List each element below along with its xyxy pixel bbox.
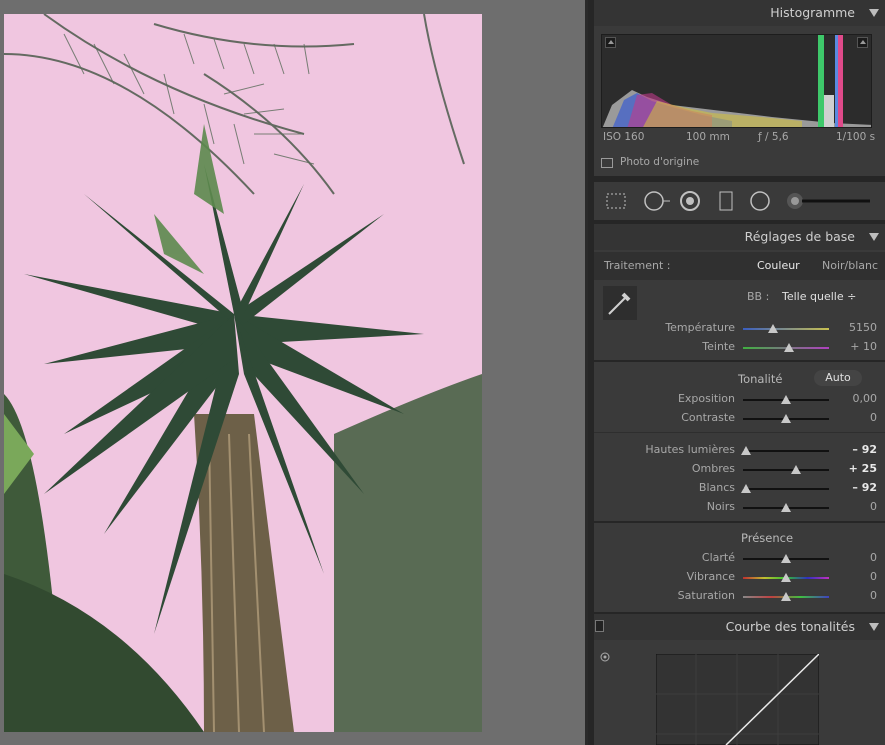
photo-canvas: [0, 0, 588, 745]
slider-label: Hautes lumières: [645, 443, 735, 456]
slider-track[interactable]: [743, 414, 829, 423]
radial-filter-icon[interactable]: [749, 190, 771, 212]
divider: [594, 360, 885, 362]
slider-thumb[interactable]: [781, 414, 791, 423]
slider-value[interactable]: + 25: [849, 462, 877, 475]
slider-value[interactable]: 0: [870, 551, 877, 564]
slider-track[interactable]: [741, 484, 829, 493]
original-photo-checkbox[interactable]: [601, 158, 613, 168]
basic-header[interactable]: Réglages de base: [594, 224, 885, 250]
histogram-graph[interactable]: [601, 34, 872, 128]
basic-title: Réglages de base: [744, 229, 855, 244]
slider-value[interactable]: 0: [870, 411, 877, 424]
histogram-header[interactable]: Histogramme: [594, 0, 885, 26]
divider: [594, 521, 885, 523]
slider-value[interactable]: 0: [870, 570, 877, 583]
slider-label: Clarté: [701, 551, 735, 564]
iso-readout: ISO 160: [603, 131, 645, 143]
color-button[interactable]: Couleur: [757, 259, 800, 272]
slider-track[interactable]: [743, 343, 829, 352]
slider-thumb[interactable]: [741, 484, 752, 493]
targeted-adjust-icon[interactable]: [600, 652, 610, 662]
slider-value[interactable]: 5150: [849, 321, 877, 334]
presence-heading: Présence: [741, 531, 794, 545]
palm-tree-image: [4, 14, 482, 732]
aperture-readout: ƒ / 5,6: [758, 131, 789, 143]
highlight-clipping-toggle[interactable]: [857, 37, 868, 48]
slider-value[interactable]: 0: [870, 500, 877, 513]
slider-thumb[interactable]: [781, 395, 791, 404]
tone-curve-graph[interactable]: [656, 654, 819, 745]
slider-label: Teinte: [702, 340, 735, 353]
basic-section: [594, 250, 885, 612]
collapse-icon[interactable]: [869, 9, 879, 17]
slider-value[interactable]: 0,00: [853, 392, 878, 405]
slider-track[interactable]: [743, 324, 829, 333]
slider-track[interactable]: [743, 554, 829, 563]
slider-track[interactable]: [743, 573, 829, 582]
tonality-heading: Tonalité: [738, 372, 783, 386]
slider-value[interactable]: 0: [870, 589, 877, 602]
slider-value[interactable]: – 92: [852, 443, 877, 456]
slider-thumb[interactable]: [768, 324, 779, 333]
develop-panel: Histogramme ISO 160 100 mm ƒ / 5,6 1/100…: [588, 0, 885, 745]
tone-curve-header[interactable]: Courbe des tonalités: [594, 614, 885, 640]
focal-readout: 100 mm: [686, 131, 730, 143]
divider: [594, 432, 885, 433]
shutter-readout: 1/100 s: [836, 131, 876, 143]
slider-thumb[interactable]: [781, 592, 791, 601]
adjustment-brush-icon[interactable]: [784, 190, 874, 212]
tone-curve-title: Courbe des tonalités: [725, 619, 855, 634]
slider-thumb[interactable]: [741, 446, 752, 455]
slider-label: Exposition: [677, 392, 735, 405]
crop-icon[interactable]: [605, 190, 627, 212]
slider-label: Saturation: [677, 589, 735, 602]
panel-toggle[interactable]: [595, 620, 604, 632]
slider-thumb[interactable]: [791, 465, 802, 474]
wb-label: BB :: [747, 290, 770, 303]
photo-preview[interactable]: [4, 14, 482, 732]
slider-thumb[interactable]: [781, 573, 791, 582]
wb-select[interactable]: Telle quelle ÷: [782, 290, 856, 303]
slider-track[interactable]: [743, 592, 829, 601]
treatment-label: Traitement :: [604, 259, 671, 272]
slider-value[interactable]: + 10: [850, 340, 877, 353]
auto-button[interactable]: Auto: [814, 370, 862, 386]
histogram-title: Histogramme: [770, 5, 855, 20]
slider-value[interactable]: – 92: [852, 481, 877, 494]
collapse-icon[interactable]: [869, 233, 879, 241]
red-eye-icon[interactable]: [679, 190, 701, 212]
slider-label: Noirs: [706, 500, 735, 513]
slider-label: Ombres: [691, 462, 735, 475]
slider-track[interactable]: [743, 395, 829, 404]
slider-track[interactable]: [743, 503, 829, 512]
original-photo-label: Photo d'origine: [620, 156, 700, 168]
slider-label: Blancs: [698, 481, 735, 494]
bw-button[interactable]: Noir/blanc: [822, 259, 878, 272]
slider-track[interactable]: [743, 465, 829, 474]
eyedropper-icon[interactable]: [603, 286, 637, 320]
slider-track[interactable]: [741, 446, 829, 455]
slider-label: Vibrance: [686, 570, 735, 583]
slider-thumb[interactable]: [781, 503, 791, 512]
histogram-graphic: [602, 35, 871, 127]
slider-label: Température: [665, 321, 735, 334]
collapse-icon[interactable]: [869, 623, 879, 631]
slider-thumb[interactable]: [784, 343, 795, 352]
graduated-filter-icon[interactable]: [715, 190, 737, 212]
shadow-clipping-toggle[interactable]: [605, 37, 616, 48]
spot-removal-icon[interactable]: [643, 190, 671, 212]
slider-label: Contraste: [681, 411, 735, 424]
slider-thumb[interactable]: [781, 554, 791, 563]
